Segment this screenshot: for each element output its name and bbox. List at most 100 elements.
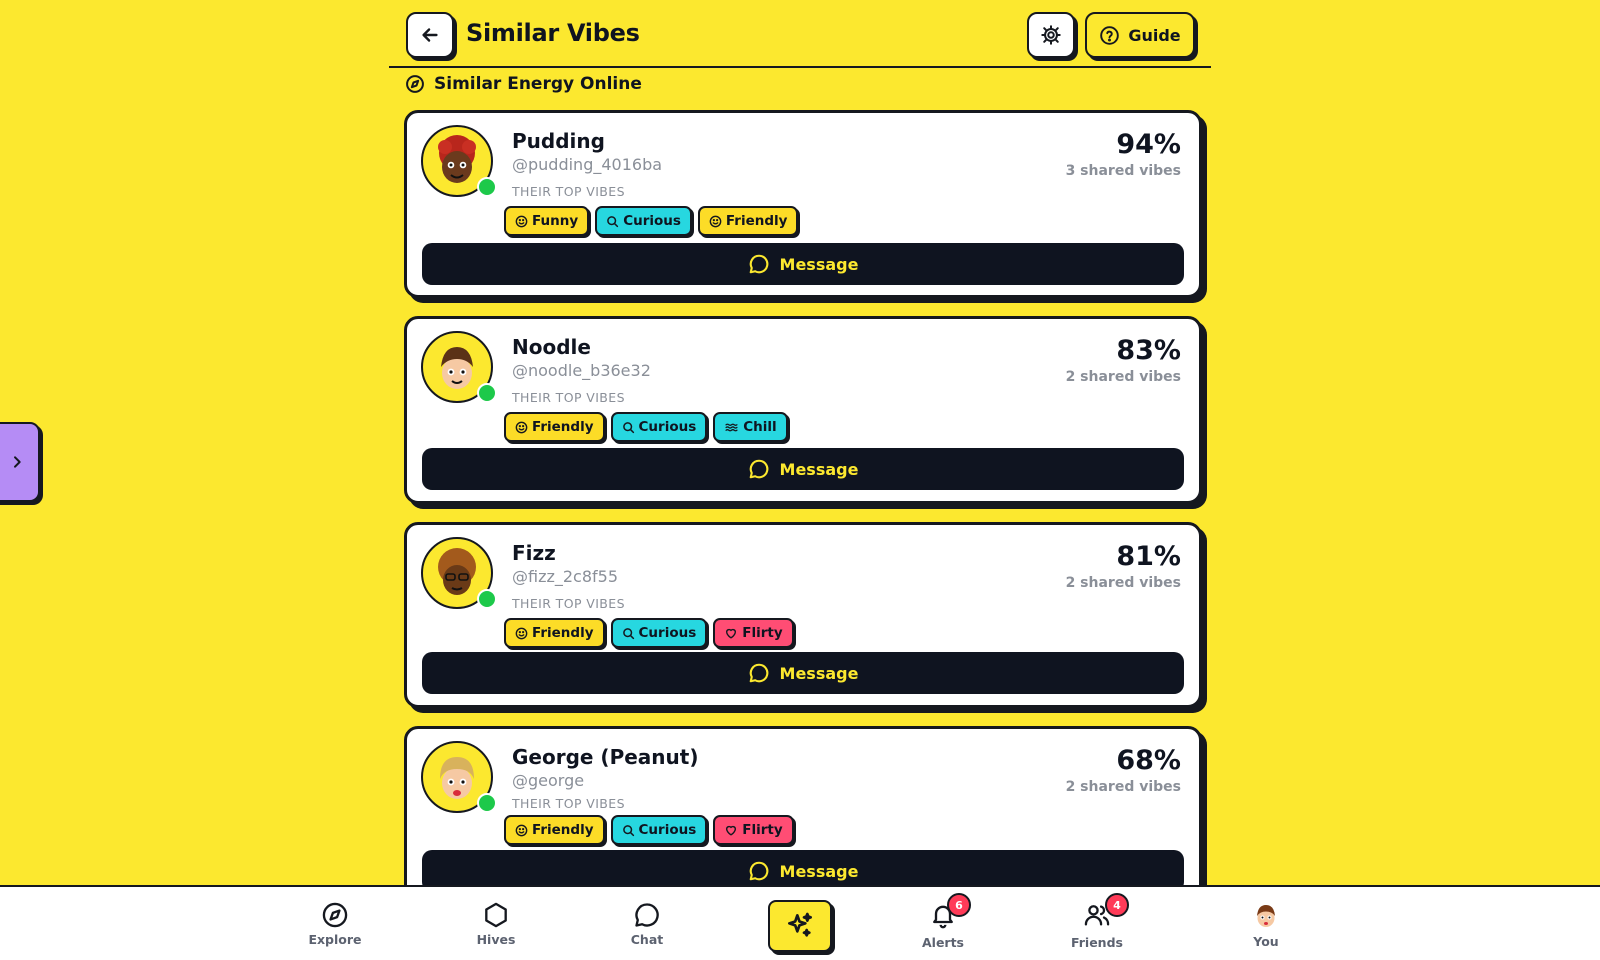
nav-explore[interactable]: Explore	[290, 901, 380, 947]
vibe-chip-label: Funny	[532, 213, 579, 229]
settings-button[interactable]	[1027, 12, 1075, 58]
vibe-chip[interactable]: Curious	[595, 206, 692, 236]
online-indicator	[477, 383, 497, 403]
top-vibes-label: THEIR TOP VIBES	[512, 390, 625, 405]
vibe-chip[interactable]: Friendly	[504, 618, 605, 648]
vibe-chip[interactable]: Flirty	[713, 815, 794, 845]
shared-vibes-count: 3 shared vibes	[1065, 163, 1181, 179]
chevron-right-icon	[14, 456, 21, 468]
avatar-wrap	[421, 331, 497, 403]
nav-label: Alerts	[921, 935, 965, 950]
avatar-wrap	[421, 125, 497, 197]
vibe-chip[interactable]: Funny	[504, 206, 590, 236]
section-heading-text: Similar Energy Online	[434, 74, 642, 94]
message-label: Message	[779, 861, 859, 881]
page-title: Similar Vibes	[466, 19, 640, 47]
vibe-chip[interactable]: Flirty	[713, 618, 794, 648]
nav-hives[interactable]: Hives	[451, 901, 541, 947]
match-percent: 94%	[1116, 129, 1181, 160]
nav-label: Chat	[630, 932, 664, 947]
person-name: George (Peanut)	[512, 745, 699, 769]
heart-icon	[726, 825, 737, 836]
vibe-chip-label: Flirty	[742, 625, 783, 641]
smile-icon	[709, 215, 722, 227]
person-name: Fizz	[512, 541, 556, 565]
waves-icon	[725, 423, 738, 431]
vibe-chip[interactable]: Friendly	[697, 206, 799, 236]
hexagon-icon	[485, 902, 507, 928]
online-indicator	[477, 177, 497, 197]
nav-alerts[interactable]: 6 Alerts	[898, 893, 988, 950]
person-card: Pudding @pudding_4016ba THEIR TOP VIBES …	[404, 110, 1202, 298]
vibe-chip[interactable]: Chill	[713, 412, 788, 442]
person-handle: @fizz_2c8f55	[512, 567, 619, 586]
message-label: Message	[779, 254, 859, 274]
person-card: Noodle @noodle_b36e32 THEIR TOP VIBES Fr…	[404, 316, 1202, 504]
vibe-chips: Friendly Curious Chill	[504, 412, 788, 442]
top-vibes-label: THEIR TOP VIBES	[512, 184, 625, 199]
vibe-chip[interactable]: Friendly	[504, 815, 605, 845]
nav-chat[interactable]: Chat	[602, 901, 692, 947]
message-button[interactable]: Message	[422, 652, 1184, 694]
vibe-chip-label: Curious	[623, 213, 681, 229]
back-button[interactable]	[406, 12, 454, 58]
chat-bubble-icon	[749, 254, 768, 274]
match-percent: 68%	[1116, 745, 1181, 776]
person-name: Pudding	[512, 129, 605, 153]
vibe-chip[interactable]: Curious	[610, 815, 708, 845]
sidebar-expand-button[interactable]	[0, 422, 40, 502]
person-card: Fizz @fizz_2c8f55 THEIR TOP VIBES Friend…	[404, 522, 1202, 708]
vibe-chip[interactable]: Curious	[610, 412, 708, 442]
avatar	[1257, 905, 1275, 927]
guide-button[interactable]: Guide	[1085, 12, 1195, 58]
sparkle-action-button[interactable]	[768, 900, 832, 952]
vibe-chip-label: Curious	[638, 822, 697, 838]
nav-label: Explore	[308, 932, 362, 947]
compass-icon	[406, 75, 424, 93]
shared-vibes-count: 2 shared vibes	[1065, 575, 1181, 591]
vibe-chip-label: Friendly	[532, 822, 594, 838]
message-label: Message	[779, 663, 859, 683]
bottom-nav: Explore Hives Chat 6 Alerts 4 Friends Yo…	[0, 885, 1600, 960]
nav-you[interactable]: You	[1221, 901, 1311, 949]
vibe-chips: Friendly Curious Flirty	[504, 618, 794, 648]
search-icon	[622, 627, 634, 639]
person-handle: @pudding_4016ba	[512, 155, 663, 174]
vibe-chip[interactable]: Curious	[610, 618, 708, 648]
notification-badge: 6	[947, 893, 971, 917]
person-name: Noodle	[512, 335, 591, 359]
vibe-chips: Funny Curious Friendly	[504, 206, 799, 236]
smile-icon	[515, 627, 528, 639]
search-icon	[622, 824, 634, 836]
online-indicator	[477, 589, 497, 609]
person-handle: @george	[512, 771, 585, 790]
vibe-chip-label: Curious	[638, 625, 697, 641]
vibe-chip[interactable]: Friendly	[504, 412, 605, 442]
vibe-chip-label: Curious	[638, 419, 697, 435]
arrow-left-icon	[422, 28, 438, 42]
top-bar: Similar Vibes Guide	[389, 0, 1211, 68]
nav-label: Friends	[1071, 935, 1123, 950]
shared-vibes-count: 2 shared vibes	[1065, 779, 1181, 795]
message-button[interactable]: Message	[422, 243, 1184, 285]
smile-icon	[515, 421, 528, 433]
heart-icon	[726, 628, 737, 639]
online-indicator	[477, 793, 497, 813]
smile-icon	[515, 824, 528, 836]
search-icon	[607, 215, 619, 227]
match-percent: 83%	[1116, 335, 1181, 366]
guide-label: Guide	[1128, 25, 1181, 45]
nav-label: You	[1253, 934, 1279, 949]
vibe-chip-label: Flirty	[742, 822, 783, 838]
compass-icon	[322, 902, 348, 928]
chat-bubble-icon	[635, 903, 659, 927]
nav-friends[interactable]: 4 Friends	[1052, 893, 1142, 950]
notification-badge: 4	[1105, 893, 1129, 917]
sparkles-icon	[788, 912, 812, 937]
chat-bubble-icon	[749, 861, 768, 881]
message-button[interactable]: Message	[422, 448, 1184, 490]
nav-icon-wrap: 4	[1083, 893, 1129, 932]
section-heading: Similar Energy Online	[405, 74, 642, 94]
person-handle: @noodle_b36e32	[512, 361, 651, 380]
top-vibes-label: THEIR TOP VIBES	[512, 596, 625, 611]
